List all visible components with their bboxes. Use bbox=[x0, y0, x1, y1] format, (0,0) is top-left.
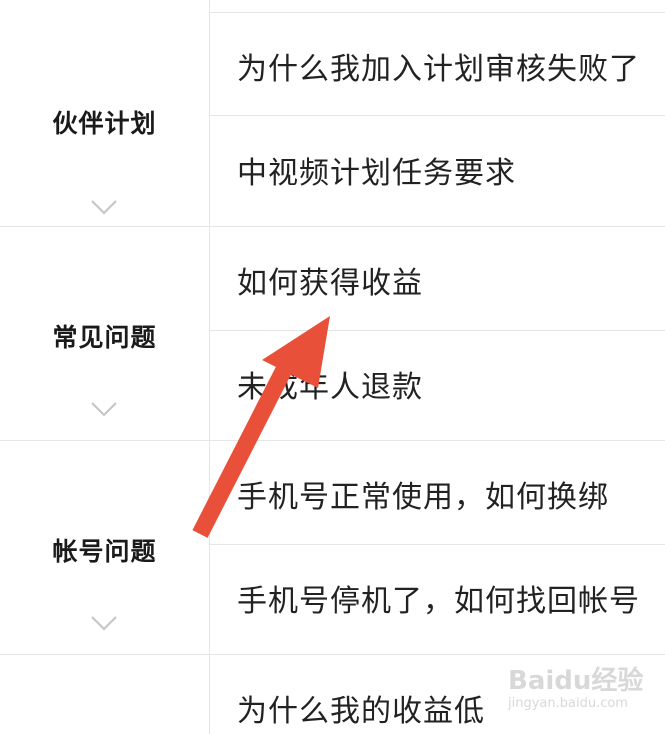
list-item[interactable]: 手机号正常使用，如何换绑 bbox=[237, 472, 657, 516]
list-item[interactable]: 手机号停机了，如何找回帐号 bbox=[237, 576, 657, 620]
category-label: 常见问题 bbox=[52, 323, 157, 352]
row-divider bbox=[209, 12, 665, 13]
list-item[interactable]: 如何获得收益 bbox=[237, 258, 657, 302]
list-item[interactable]: 未成年人退款 bbox=[237, 362, 657, 406]
row-divider bbox=[209, 544, 665, 545]
category-faq[interactable]: 常见问题 bbox=[0, 226, 209, 440]
column-divider bbox=[209, 0, 210, 734]
row-divider bbox=[209, 115, 665, 116]
section-divider bbox=[0, 654, 665, 655]
row-divider bbox=[209, 330, 665, 331]
baidu-watermark: Baidu经验 jingyan.baidu.com bbox=[508, 660, 658, 720]
category-label: 伙伴计划 bbox=[52, 109, 157, 138]
chevron-down-icon[interactable] bbox=[90, 401, 118, 417]
chevron-down-icon[interactable] bbox=[90, 199, 118, 215]
category-partner-plan[interactable]: 伙伴计划 bbox=[0, 12, 209, 226]
list-item[interactable]: 为什么我加入计划审核失败了 bbox=[237, 44, 657, 88]
watermark-brand: Baidu经验 bbox=[508, 666, 644, 696]
watermark-url: jingyan.baidu.com bbox=[508, 696, 628, 711]
chevron-down-icon[interactable] bbox=[90, 615, 118, 631]
category-account[interactable]: 帐号问题 bbox=[0, 440, 209, 654]
list-item[interactable]: 中视频计划任务要求 bbox=[237, 148, 657, 192]
category-label: 帐号问题 bbox=[52, 537, 157, 566]
